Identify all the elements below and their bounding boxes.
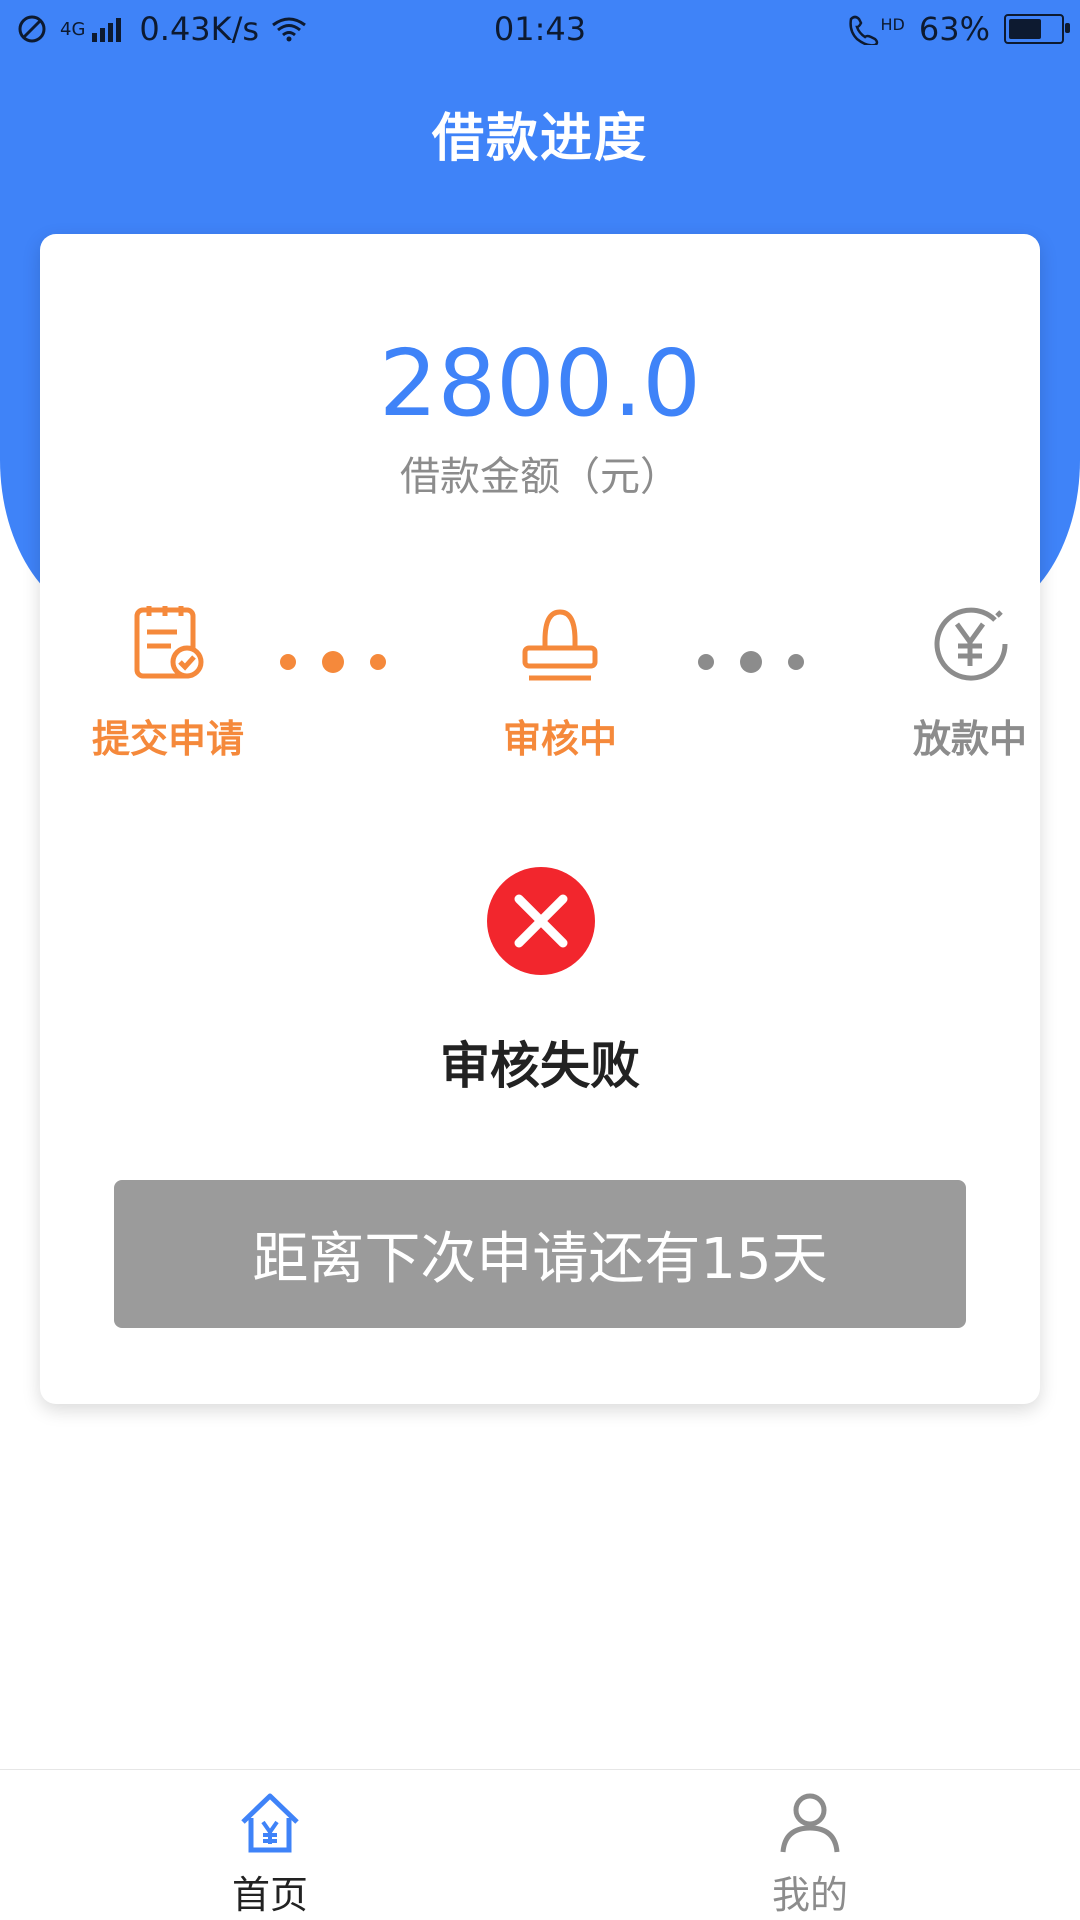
- user-icon: [780, 1793, 840, 1853]
- stamp-icon: [522, 609, 598, 681]
- bottom-navigation: 首页 我的: [0, 1769, 1080, 1920]
- progress-steps: 提交申请 审核中 放款中: [40, 600, 1040, 770]
- nav-home[interactable]: 首页: [190, 1788, 350, 1919]
- review-status-text: 审核失败: [440, 1037, 640, 1095]
- dot: [788, 654, 804, 670]
- step-payout-label: 放款中: [912, 717, 1027, 761]
- dot: [698, 654, 714, 670]
- next-apply-text: 距离下次申请还有15天: [252, 1226, 828, 1292]
- nav-home-label: 首页: [231, 1873, 308, 1917]
- yuan-coin-icon: [934, 607, 1008, 681]
- step-submit-label: 提交申请: [91, 717, 244, 761]
- dot: [370, 654, 386, 670]
- step-payout: 放款中: [860, 600, 1080, 763]
- progress-dots-2: [698, 650, 818, 673]
- progress-dots-1: [280, 650, 400, 673]
- hd-indicator: HD: [880, 14, 905, 34]
- battery-fill: [1009, 19, 1041, 39]
- step-review-label: 审核中: [502, 717, 617, 761]
- page-title: 借款进度: [431, 109, 648, 169]
- step-submit: 提交申请: [58, 600, 278, 763]
- status-right: HD 63%: [845, 10, 1070, 48]
- document-check-icon: [134, 606, 204, 679]
- nav-mine[interactable]: 我的: [730, 1788, 890, 1919]
- battery-icon: [1004, 14, 1070, 44]
- next-apply-countdown: 距离下次申请还有15天: [114, 1180, 966, 1328]
- dot: [280, 654, 296, 670]
- status-bar: 4G 0.43K/s 01:43 HD 63%: [0, 0, 1080, 58]
- loan-amount-label: 借款金额（元）: [400, 454, 680, 500]
- dot: [322, 651, 344, 673]
- battery-percent: 63%: [918, 10, 990, 48]
- failure-icon: [487, 867, 595, 975]
- nav-mine-label: 我的: [771, 1873, 848, 1917]
- loan-amount: 2800.0: [379, 330, 701, 437]
- home-yuan-icon: [241, 1793, 299, 1853]
- dot: [740, 651, 762, 673]
- loan-progress-card: 2800.0 借款金额（元） 提交申请 审核中 放款中 审核失败 距离下次申请还…: [40, 234, 1040, 1404]
- step-review: 审核中: [450, 600, 670, 763]
